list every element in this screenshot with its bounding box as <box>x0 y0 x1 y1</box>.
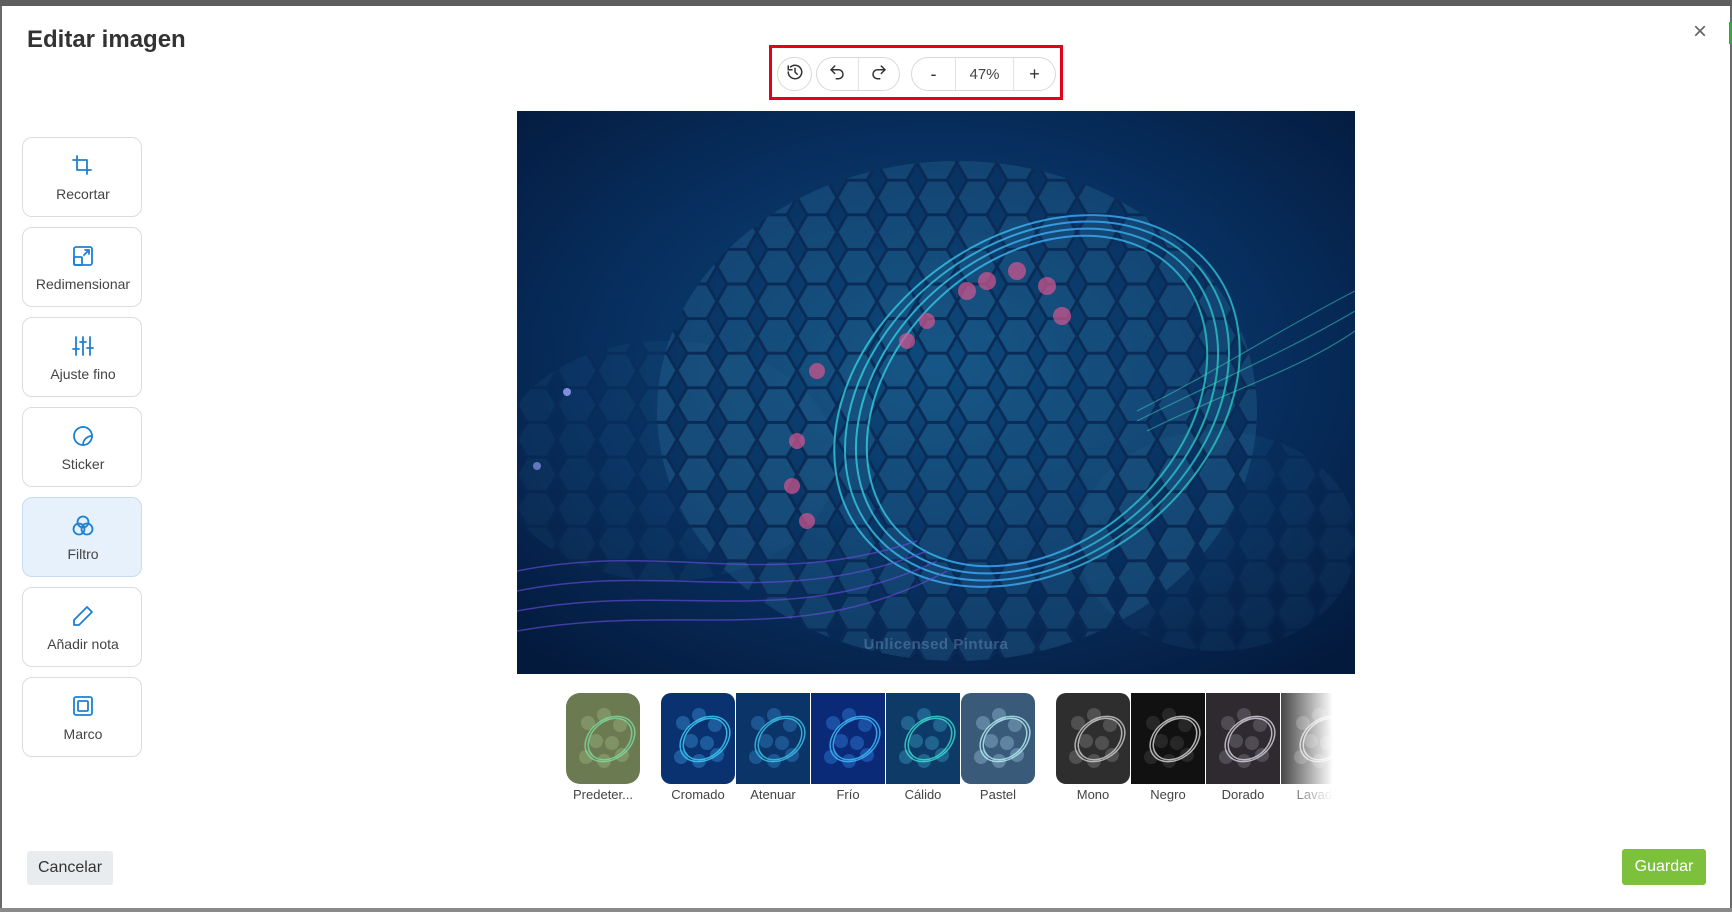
tool-filter[interactable]: Filtro <box>22 497 142 577</box>
filter-option[interactable] <box>1056 693 1130 784</box>
close-icon[interactable]: × <box>1689 20 1711 44</box>
window-bottom-edge <box>0 908 1732 912</box>
window-left-edge <box>0 6 2 912</box>
tool-label: Redimensionar <box>35 276 131 292</box>
dialog-title: Editar imagen <box>27 26 186 53</box>
history-button-group <box>777 57 812 91</box>
filter-option[interactable] <box>1131 693 1205 784</box>
redo-button[interactable] <box>858 58 899 90</box>
filter-preview <box>661 693 735 784</box>
zoom-out-button[interactable]: - <box>912 58 955 90</box>
edited-image <box>517 111 1355 674</box>
undo-button[interactable] <box>817 58 858 90</box>
filter-strip: Predeter... Cromado Atenuar Frío Cálido Paste… <box>562 693 1342 805</box>
tool-label: Marco <box>63 726 103 742</box>
filter-option[interactable] <box>811 693 885 784</box>
filter-preview <box>811 693 885 784</box>
filter-preview <box>1131 693 1205 784</box>
zoom-group: - 47% + <box>911 57 1056 91</box>
frame-icon <box>71 694 95 718</box>
tool-label: Recortar <box>56 186 110 202</box>
filter-option[interactable] <box>736 693 810 784</box>
filter-label: Pastel <box>979 787 1017 802</box>
zoom-in-button[interactable]: + <box>1014 58 1055 90</box>
tool-label: Añadir nota <box>47 636 119 652</box>
zoom-level[interactable]: 47% <box>956 58 1013 90</box>
crop-icon <box>71 154 95 178</box>
filter-preview <box>566 693 640 784</box>
filter-preview <box>1281 693 1342 784</box>
filter-preview <box>1206 693 1280 784</box>
window-top-edge <box>0 0 1732 6</box>
save-button[interactable]: Guardar <box>1622 849 1706 885</box>
sticker-icon <box>71 424 95 448</box>
filter-option[interactable] <box>566 693 640 784</box>
filter-option[interactable] <box>1281 693 1342 784</box>
history-button[interactable] <box>778 58 811 90</box>
tool-resize[interactable]: Redimensionar <box>22 227 142 307</box>
cancel-button[interactable]: Cancelar <box>27 851 113 885</box>
filter-icon <box>71 514 95 538</box>
tool-annotate[interactable]: Añadir nota <box>22 587 142 667</box>
filter-label: Predeter... <box>573 787 633 802</box>
filter-preview <box>1056 693 1130 784</box>
filter-label: Mono <box>1076 787 1110 802</box>
tool-frame[interactable]: Marco <box>22 677 142 757</box>
watermark-text: Unlicensed Pintura <box>863 636 1009 653</box>
tool-crop[interactable]: Recortar <box>22 137 142 217</box>
filter-label: Lavado <box>1296 787 1340 802</box>
tool-label: Ajuste fino <box>50 366 116 382</box>
redo-icon <box>870 63 888 86</box>
sliders-icon <box>71 334 95 358</box>
tool-label: Sticker <box>61 456 105 472</box>
filter-option[interactable] <box>961 693 1035 784</box>
filter-label: Dorado <box>1221 787 1265 802</box>
filter-preview <box>961 693 1035 784</box>
pencil-icon <box>71 604 95 628</box>
tool-fine-tune[interactable]: Ajuste fino <box>22 317 142 397</box>
resize-icon <box>71 244 95 268</box>
image-canvas[interactable]: Unlicensed Pintura <box>517 111 1355 674</box>
filter-label: Atenuar <box>750 787 796 802</box>
filter-label: Cromado <box>671 787 725 802</box>
filter-option[interactable] <box>1206 693 1280 784</box>
undo-icon <box>828 63 846 86</box>
undo-redo-group <box>816 57 900 91</box>
filter-option[interactable] <box>661 693 735 784</box>
filter-label: Cálido <box>904 787 942 802</box>
filter-preview <box>736 693 810 784</box>
filter-preview <box>886 693 960 784</box>
history-icon <box>786 63 804 86</box>
tool-sticker[interactable]: Sticker <box>22 407 142 487</box>
filter-label: Frío <box>836 787 860 802</box>
tool-label: Filtro <box>67 546 99 562</box>
filter-label: Negro <box>1150 787 1186 802</box>
filter-option[interactable] <box>886 693 960 784</box>
